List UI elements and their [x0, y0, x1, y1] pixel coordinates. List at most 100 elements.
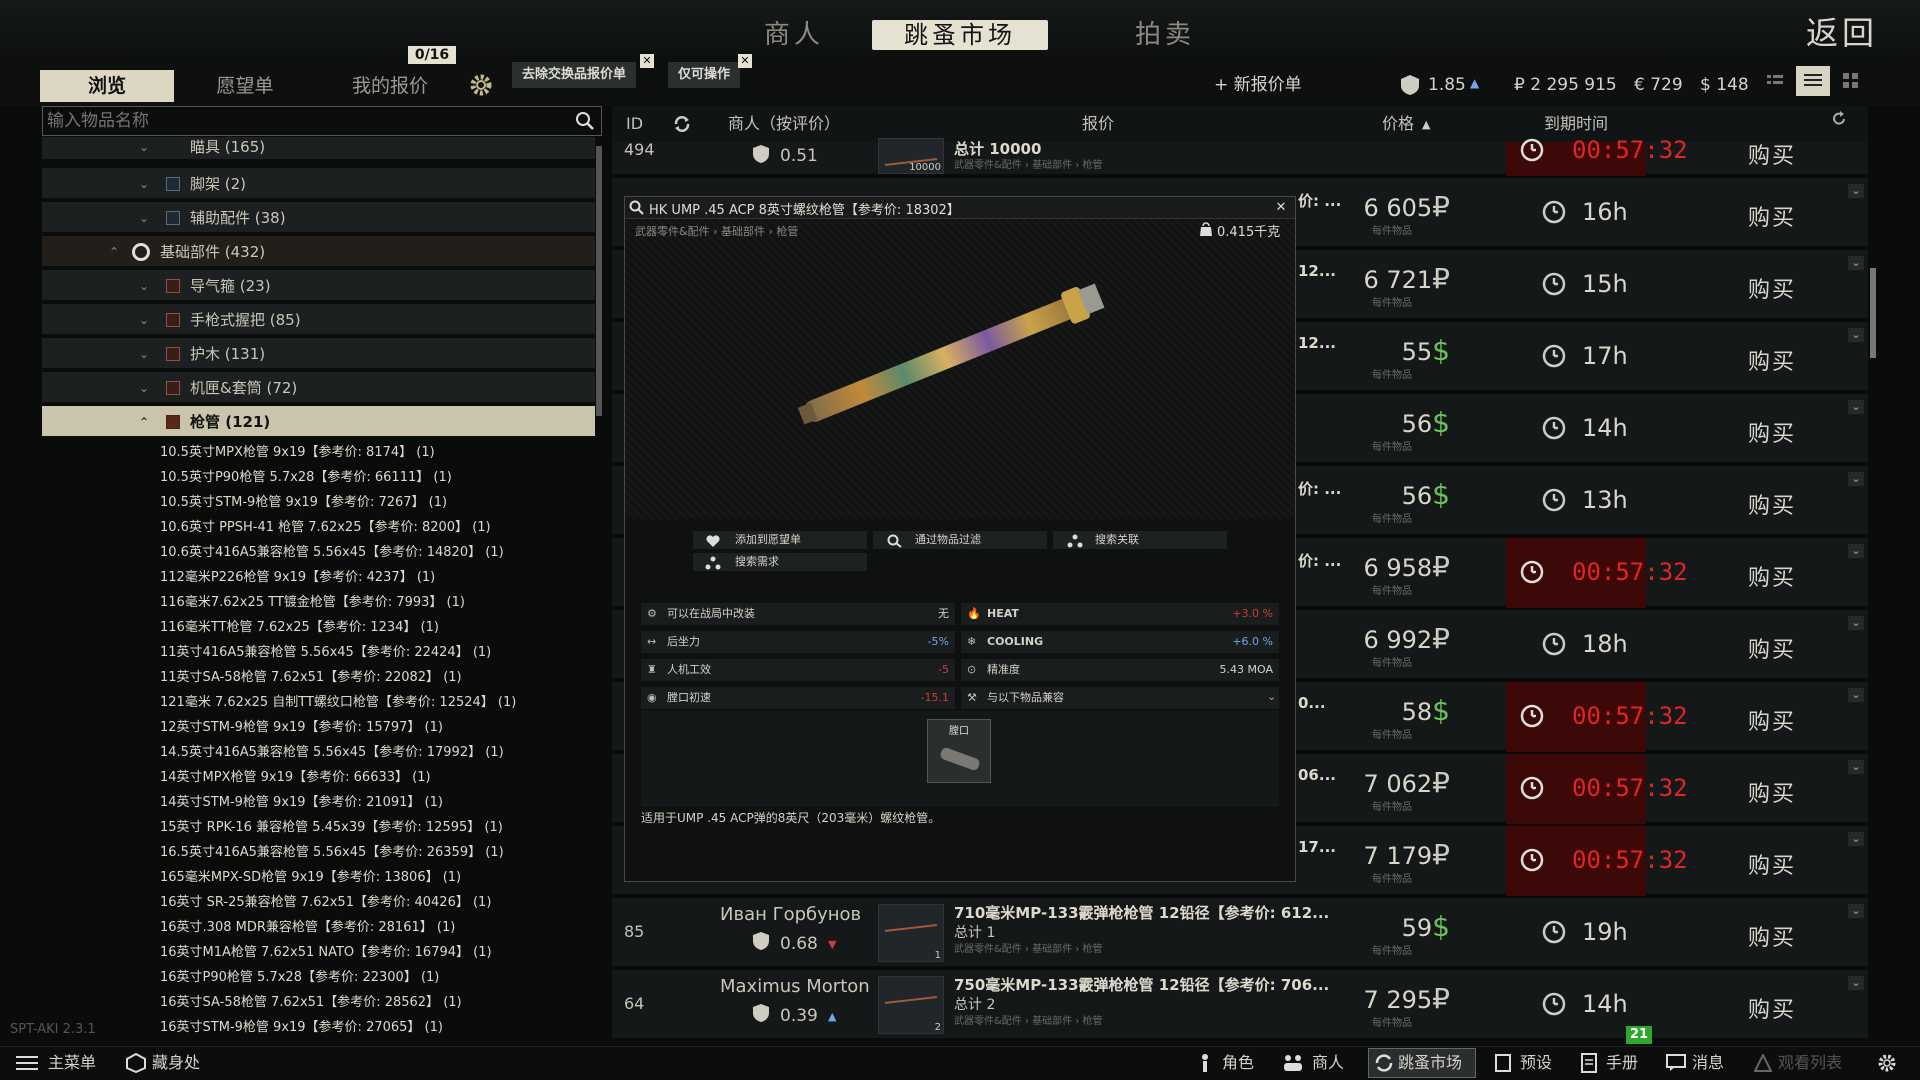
- settings-gear-icon[interactable]: [468, 72, 494, 98]
- merchant-name[interactable]: Maximus Morton: [720, 976, 870, 997]
- tab-wishlist[interactable]: 愿望单: [200, 70, 290, 102]
- chevron-down-icon[interactable]: ⌄: [1848, 256, 1864, 270]
- chevron-down-icon[interactable]: ⌄: [1848, 472, 1864, 486]
- buy-button[interactable]: 购买: [1748, 776, 1796, 808]
- item-list-entry[interactable]: 10.5英寸STM-9枪管 9x19【参考价: 7267】 (1): [160, 490, 447, 515]
- item-list-entry[interactable]: 10.5英寸MPX枪管 9x19【参考价: 8174】 (1): [160, 440, 435, 465]
- category-row[interactable]: ⌄ 手枪式握把 (85): [42, 304, 595, 336]
- offer-title[interactable]: 750毫米MP-133霰弹枪枪管 12铅径【参考价: 706...: [954, 974, 1329, 995]
- item-list-entry[interactable]: 116毫米TT枪管 7.62x25【参考价: 1234】 (1): [160, 615, 439, 640]
- view-grid-icon[interactable]: [1842, 72, 1860, 90]
- item-list-entry[interactable]: 11英寸SA-58枪管 7.62x51【参考价: 22082】 (1): [160, 665, 462, 690]
- col-merchant[interactable]: 商人（按评价）: [728, 112, 840, 136]
- chevron-down-icon[interactable]: ⌄: [1848, 328, 1864, 342]
- buy-button[interactable]: 购买: [1748, 272, 1796, 304]
- buy-button[interactable]: 购买: [1748, 920, 1796, 952]
- chevron-down-icon[interactable]: ⌄: [1848, 400, 1864, 414]
- item-thumbnail[interactable]: 10000: [878, 138, 944, 174]
- modal-header[interactable]: HK UMP .45 ACP 8英寸螺纹枪管【参考价: 18302】 ✕: [625, 197, 1295, 219]
- table-row[interactable]: 494 0.51 10000 总计 10000 武器零件&配件 › 基础部件 › 枪管 0…: [612, 136, 1868, 176]
- chevron-down-icon[interactable]: ⌄: [1848, 976, 1864, 990]
- refresh-icon[interactable]: [672, 114, 692, 134]
- category-row[interactable]: ⌄ 机匣&套筒 (72): [42, 372, 595, 404]
- col-expires[interactable]: 到期时间: [1544, 112, 1608, 136]
- category-row[interactable]: ⌄ 护木 (131): [42, 338, 595, 370]
- item-list-entry[interactable]: 121毫米 7.62x25 自制TT螺纹口枪管【参考价: 12524】 (1): [160, 690, 516, 715]
- presets-button[interactable]: 预设: [1520, 1052, 1552, 1074]
- muzzle-slot[interactable]: 膛口: [927, 719, 991, 783]
- chevron-down-icon[interactable]: ⌄: [1848, 688, 1864, 702]
- back-button[interactable]: 返回: [1806, 8, 1878, 54]
- table-row[interactable]: 64 Maximus Morton 0.39 ▲ 2 750毫米MP-133霰弹枪枪管 1…: [612, 970, 1868, 1040]
- category-row-parent[interactable]: ⌃ 基础部件 (432): [42, 236, 595, 268]
- table-scrollbar[interactable]: [1870, 268, 1876, 358]
- tab-browse[interactable]: 浏览: [40, 70, 174, 102]
- item-list-entry[interactable]: 116毫米7.62x25 TT镀金枪管【参考价: 7993】 (1): [160, 590, 465, 615]
- category-row[interactable]: ⌄ 导气箍 (23): [42, 270, 595, 302]
- new-offer-button[interactable]: + 新报价单: [1214, 70, 1302, 100]
- search-input[interactable]: [47, 110, 567, 132]
- main-menu-button[interactable]: 主菜单: [48, 1052, 96, 1074]
- stat-row[interactable]: ⚒ 与以下物品兼容: [961, 687, 1279, 709]
- chevron-down-icon[interactable]: ⌄: [1848, 544, 1864, 558]
- item-list-entry[interactable]: 12英寸STM-9枪管 9x19【参考价: 15797】 (1): [160, 715, 443, 740]
- tab-my-offers[interactable]: 我的报价: [340, 70, 440, 102]
- item-list-entry[interactable]: 16英寸.308 MDR兼容枪管【参考价: 28161】 (1): [160, 915, 455, 940]
- chevron-down-icon[interactable]: ⌄: [1848, 184, 1864, 198]
- buy-button[interactable]: 购买: [1748, 704, 1796, 736]
- tab-flea-market[interactable]: 跳蚤市场: [872, 20, 1048, 50]
- chevron-down-icon[interactable]: ⌄: [1848, 760, 1864, 774]
- item-list-entry[interactable]: 165毫米MPX-SD枪管 9x19【参考价: 13806】 (1): [160, 865, 461, 890]
- close-icon[interactable]: ✕: [738, 54, 752, 68]
- col-price[interactable]: 价格: [1382, 112, 1414, 136]
- settings-icon[interactable]: [1876, 1052, 1898, 1074]
- col-id[interactable]: ID: [626, 112, 643, 136]
- item-list-entry[interactable]: 14英寸STM-9枪管 9x19【参考价: 21091】 (1): [160, 790, 443, 815]
- chevron-down-icon[interactable]: ⌄: [1848, 904, 1864, 918]
- merchant-name[interactable]: Иван Горбунов: [720, 904, 861, 925]
- item-list-entry[interactable]: 112毫米P226枪管 9x19【参考价: 4237】 (1): [160, 565, 435, 590]
- item-list-entry[interactable]: 16英寸 SR-25兼容枪管 7.62x51【参考价: 40426】 (1): [160, 890, 491, 915]
- character-button[interactable]: 角色: [1222, 1052, 1254, 1074]
- left-scrollbar[interactable]: [596, 146, 602, 416]
- item-list-entry[interactable]: 15英寸 RPK-16 兼容枪管 5.45x39【参考价: 12595】 (1): [160, 815, 503, 840]
- item-list-entry[interactable]: 14英寸MPX枪管 9x19【参考价: 66633】 (1): [160, 765, 431, 790]
- item-list-entry[interactable]: 10.6英寸416A5兼容枪管 5.56x45【参考价: 14820】 (1): [160, 540, 504, 565]
- search-icon[interactable]: [575, 111, 595, 131]
- category-row[interactable]: ⌄ 瞄具 (165): [42, 137, 595, 161]
- filter-operable-only[interactable]: 仅可操作: [668, 62, 741, 88]
- chevron-down-icon[interactable]: ⌄: [1267, 690, 1276, 703]
- item-list-entry[interactable]: 10.5英寸P90枪管 5.7x28【参考价: 66111】 (1): [160, 465, 452, 490]
- offer-title[interactable]: 710毫米MP-133霰弹枪枪管 12铅径【参考价: 612...: [954, 902, 1329, 923]
- buy-button[interactable]: 购买: [1748, 138, 1796, 170]
- category-row[interactable]: ⌄ 辅助配件 (38): [42, 202, 595, 234]
- hideout-button[interactable]: 藏身处: [152, 1052, 200, 1074]
- chevron-down-icon[interactable]: ⌄: [1848, 616, 1864, 630]
- chevron-down-icon[interactable]: ⌄: [1848, 832, 1864, 846]
- item-thumbnail[interactable]: 1: [878, 904, 944, 962]
- item-list-entry[interactable]: 10.6英寸 PPSH-41 枪管 7.62x25【参考价: 8200】 (1): [160, 515, 491, 540]
- buy-button[interactable]: 购买: [1748, 632, 1796, 664]
- buy-button[interactable]: 购买: [1748, 200, 1796, 232]
- category-row[interactable]: ⌄ 脚架 (2): [42, 168, 595, 200]
- filter-remove-barter[interactable]: 去除交换品报价单: [512, 62, 637, 88]
- col-offer[interactable]: 报价: [1082, 112, 1114, 136]
- tab-auction[interactable]: 拍卖: [1100, 18, 1230, 52]
- category-row-selected[interactable]: ⌃ 枪管 (121): [42, 406, 595, 438]
- item-list-entry[interactable]: 16英寸M1A枪管 7.62x51 NATO【参考价: 16794】 (1): [160, 940, 492, 965]
- item-list-entry[interactable]: 16英寸SA-58枪管 7.62x51【参考价: 28562】 (1): [160, 990, 462, 1015]
- item-list-entry[interactable]: 16英寸P90枪管 5.7x28【参考价: 22300】 (1): [160, 965, 439, 990]
- traders-button[interactable]: 商人: [1312, 1052, 1344, 1074]
- buy-button[interactable]: 购买: [1748, 560, 1796, 592]
- buy-button[interactable]: 购买: [1748, 344, 1796, 376]
- item-thumbnail[interactable]: 2: [878, 976, 944, 1034]
- handbook-button[interactable]: 手册: [1606, 1052, 1638, 1074]
- view-list-icon[interactable]: [1796, 66, 1830, 96]
- flea-market-button[interactable]: 跳蚤市场: [1398, 1052, 1462, 1074]
- item-list-entry[interactable]: 11英寸416A5兼容枪管 5.56x45【参考价: 22424】 (1): [160, 640, 491, 665]
- close-icon[interactable]: ✕: [1273, 200, 1289, 216]
- buy-button[interactable]: 购买: [1748, 992, 1796, 1024]
- item-list-entry[interactable]: 16英寸STM-9枪管 9x19【参考价: 27065】 (1): [160, 1015, 443, 1040]
- buy-button[interactable]: 购买: [1748, 848, 1796, 880]
- buy-button[interactable]: 购买: [1748, 488, 1796, 520]
